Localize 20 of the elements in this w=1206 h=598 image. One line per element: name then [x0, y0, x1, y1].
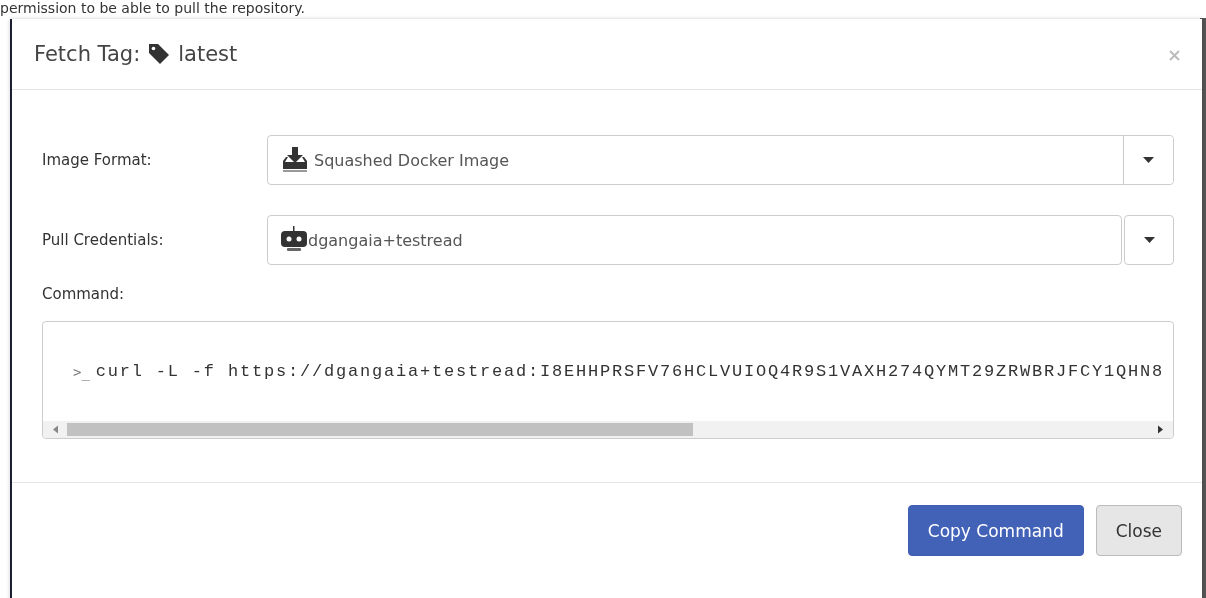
dialog-title: Fetch Tag: — [34, 42, 141, 66]
close-button[interactable]: Close — [1095, 505, 1182, 556]
command-text: curl -L -f https://dgangaia+testread:I8EHHPRSFV76HCLVUIOQ4R9S1VAXH274QYMT29ZRWBRJFCY1QHN8 — [95, 362, 1164, 381]
download-tray-icon — [280, 147, 310, 173]
tag-name: latest — [178, 42, 238, 66]
page-text: permission to be able to pull the repository. — [0, 0, 305, 17]
dropdown-button[interactable] — [1124, 215, 1174, 265]
field-label: Command: — [42, 285, 126, 303]
robot-icon — [280, 226, 308, 254]
tag-icon — [148, 43, 171, 65]
format-select[interactable]: Squashed Docker Image — [267, 135, 1174, 185]
horizontal-scrollbar[interactable] — [43, 421, 1173, 438]
credentials-field[interactable]: dgangaia+testread — [267, 215, 1122, 265]
caret-icon — [1143, 237, 1155, 243]
copy-command-button[interactable]: Copy Command — [907, 505, 1084, 556]
field-label: Image Format: — [42, 151, 153, 169]
field-label: Pull Credentials: — [42, 231, 165, 249]
prompt-symbol: >_ — [73, 363, 90, 380]
dropdown-button[interactable] — [1123, 136, 1173, 184]
caret-icon — [1143, 157, 1154, 163]
